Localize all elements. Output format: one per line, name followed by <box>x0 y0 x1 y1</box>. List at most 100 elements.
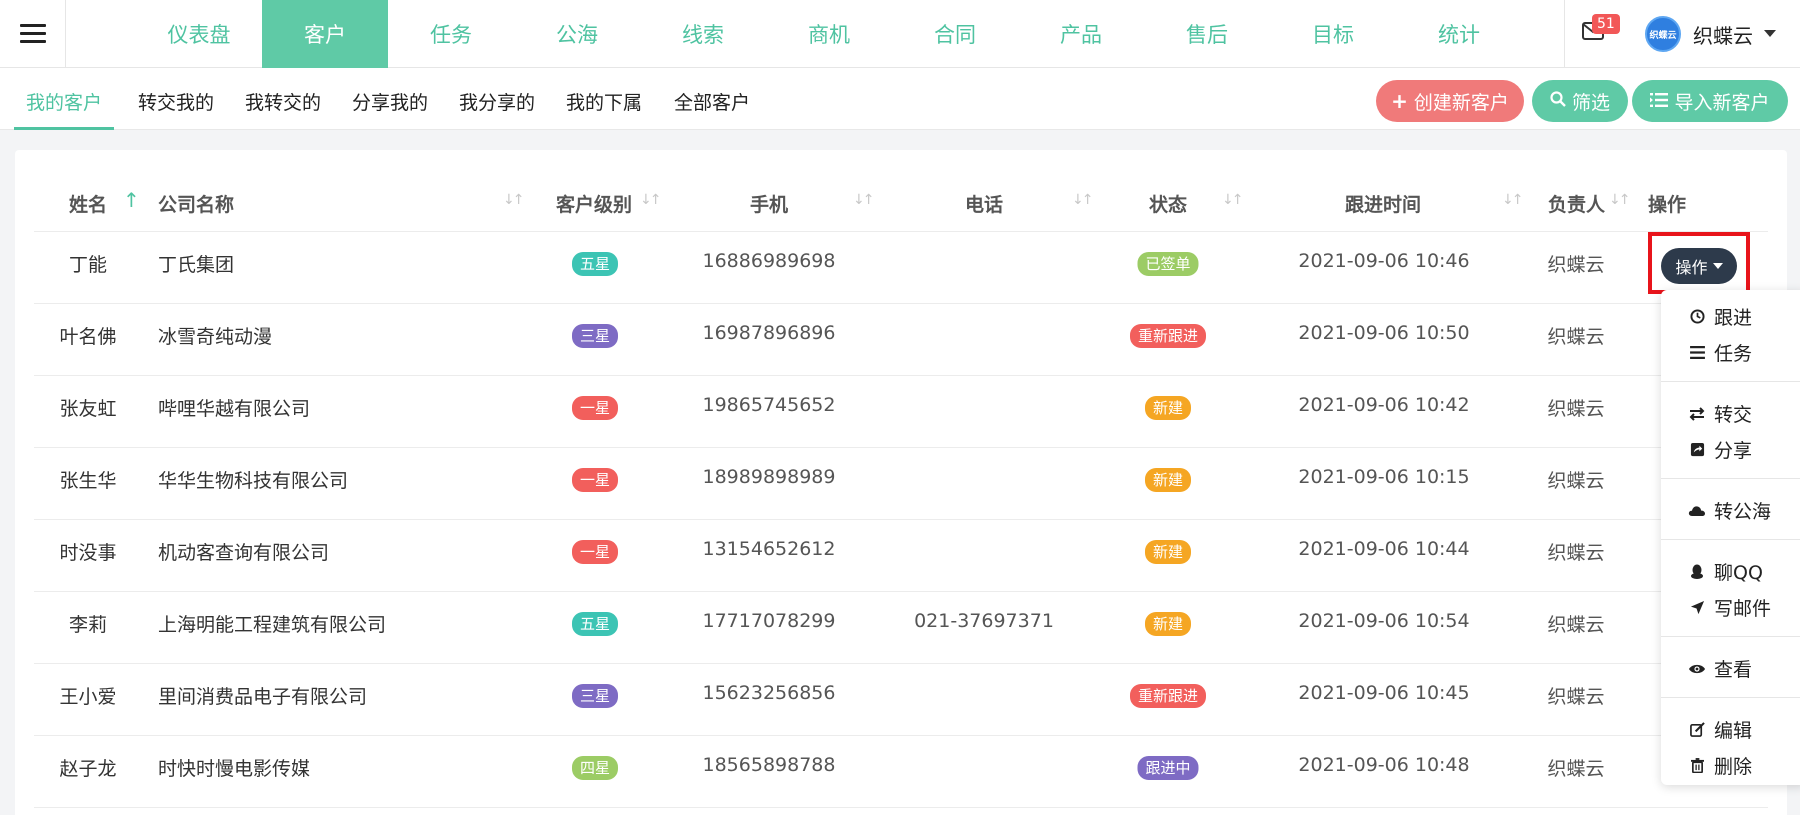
avatar[interactable]: 织蝶云 <box>1645 16 1681 52</box>
follow-time: 2021-09-06 10:54 <box>1298 610 1470 632</box>
menu-item-label: 写邮件 <box>1714 598 1772 620</box>
clock-icon <box>1688 309 1706 324</box>
nav-item-public-pool[interactable]: 公海 <box>514 0 640 68</box>
menu-divider <box>1661 697 1800 698</box>
search-icon <box>1550 90 1566 112</box>
company-name[interactable]: 时快时慢电影传媒 <box>158 754 310 781</box>
owner-name: 织蝶云 <box>1547 614 1605 636</box>
nav-item-goals[interactable]: 目标 <box>1270 0 1396 68</box>
follow-time: 2021-09-06 10:15 <box>1298 466 1470 488</box>
status-badge: 已签单 <box>1137 252 1199 276</box>
tab-shared-to-me[interactable]: 分享我的 <box>352 68 428 130</box>
create-customer-label: 创建新客户 <box>1413 91 1509 114</box>
col-header-level[interactable]: 客户级别 <box>556 190 632 217</box>
company-name[interactable]: 丁氏集团 <box>158 250 234 277</box>
menu-item-view[interactable]: 查看 <box>1688 655 1752 682</box>
col-header-phone[interactable]: 电话 <box>965 190 1003 217</box>
customer-name: 赵子龙 <box>59 758 117 780</box>
menu-item-label: 删除 <box>1714 756 1753 778</box>
edit-icon <box>1688 722 1706 737</box>
menu-item-transfer[interactable]: 转交 <box>1688 400 1752 427</box>
create-customer-button[interactable]: + 创建新客户 <box>1376 80 1524 122</box>
status-badge: 重新跟进 <box>1129 324 1207 348</box>
list-icon <box>1688 346 1706 359</box>
owner-name: 织蝶云 <box>1547 542 1605 564</box>
owner-name: 织蝶云 <box>1547 758 1605 780</box>
col-header-company[interactable]: 公司名称 <box>158 190 234 217</box>
tab-i-shared[interactable]: 我分享的 <box>459 68 535 130</box>
status-badge: 跟进中 <box>1137 756 1199 780</box>
menu-item-delete[interactable]: 删除 <box>1688 752 1752 779</box>
tab-my-customers[interactable]: 我的客户 <box>14 68 114 130</box>
mobile-number: 13154652612 <box>702 538 836 560</box>
company-name[interactable]: 华华生物科技有限公司 <box>158 466 348 493</box>
company-name[interactable]: 里间消费品电子有限公司 <box>158 682 367 709</box>
owner-name: 织蝶云 <box>1547 686 1605 708</box>
sort-icon[interactable]: ↓↑ <box>503 192 525 208</box>
nav-item-leads[interactable]: 线索 <box>640 0 766 68</box>
sort-icon[interactable]: ↓↑ <box>1222 192 1244 208</box>
follow-time: 2021-09-06 10:50 <box>1298 322 1470 344</box>
sort-icon[interactable]: ↓↑ <box>1502 192 1524 208</box>
nav-item-after-sales[interactable]: 售后 <box>1144 0 1270 68</box>
sort-icon[interactable]: ↓↑ <box>640 192 662 208</box>
nav-item-customers[interactable]: 客户 <box>262 0 388 68</box>
hamburger-icon <box>19 24 46 44</box>
follow-time: 2021-09-06 10:46 <box>1298 250 1470 272</box>
operate-dropdown-menu: 跟进 任务 转交 分享 转公海 聊QQ 写邮件 查看 编辑 删除 <box>1661 290 1800 785</box>
tab-i-transferred[interactable]: 我转交的 <box>245 68 321 130</box>
menu-item-edit[interactable]: 编辑 <box>1688 716 1752 743</box>
company-name[interactable]: 上海明能工程建筑有限公司 <box>158 610 386 637</box>
follow-time: 2021-09-06 10:42 <box>1298 394 1470 416</box>
nav-item-contracts[interactable]: 合同 <box>892 0 1018 68</box>
transfer-icon <box>1688 406 1706 421</box>
col-header-mobile[interactable]: 手机 <box>750 190 788 217</box>
menu-item-label: 查看 <box>1714 659 1753 681</box>
owner-name: 织蝶云 <box>1547 398 1605 420</box>
level-badge: 五星 <box>571 612 619 636</box>
status-badge: 新建 <box>1144 468 1192 492</box>
menu-item-label: 聊QQ <box>1714 562 1763 584</box>
row-divider <box>34 303 1768 304</box>
chevron-down-icon[interactable] <box>1764 30 1776 37</box>
menu-toggle-button[interactable] <box>0 0 66 68</box>
col-header-owner[interactable]: 负责人 <box>1548 190 1605 217</box>
filter-button[interactable]: 筛选 <box>1532 80 1628 122</box>
menu-item-task[interactable]: 任务 <box>1688 339 1752 366</box>
menu-item-follow-up[interactable]: 跟进 <box>1688 303 1752 330</box>
avatar-logo-text: 织蝶云 <box>1649 30 1677 41</box>
tab-my-subordinates[interactable]: 我的下属 <box>566 68 642 130</box>
menu-item-label: 转交 <box>1714 404 1753 426</box>
nav-item-statistics[interactable]: 统计 <box>1396 0 1522 68</box>
follow-time: 2021-09-06 10:45 <box>1298 682 1470 704</box>
status-badge: 重新跟进 <box>1129 684 1207 708</box>
company-name[interactable]: 机动客查询有限公司 <box>158 538 329 565</box>
nav-item-products[interactable]: 产品 <box>1018 0 1144 68</box>
col-header-status[interactable]: 状态 <box>1149 190 1187 217</box>
nav-item-tasks[interactable]: 任务 <box>388 0 514 68</box>
nav-divider <box>1564 0 1565 68</box>
menu-item-write-email[interactable]: 写邮件 <box>1688 594 1771 621</box>
nav-item-dashboard[interactable]: 仪表盘 <box>136 0 262 68</box>
row-divider <box>34 735 1768 736</box>
sort-asc-icon[interactable]: ↑ <box>123 188 140 212</box>
menu-item-label: 转公海 <box>1714 501 1772 523</box>
menu-item-to-public-pool[interactable]: 转公海 <box>1688 497 1771 524</box>
username[interactable]: 织蝶云 <box>1693 20 1753 49</box>
sort-icon[interactable]: ↓↑ <box>1609 192 1631 208</box>
company-name[interactable]: 哔哩华越有限公司 <box>158 394 310 421</box>
tab-all-customers[interactable]: 全部客户 <box>674 68 750 130</box>
import-customer-button[interactable]: 导入新客户 <box>1632 80 1788 122</box>
col-header-follow-time[interactable]: 跟进时间 <box>1345 190 1421 217</box>
company-name[interactable]: 冰雪奇纯动漫 <box>158 322 272 349</box>
nav-item-opportunities[interactable]: 商机 <box>766 0 892 68</box>
sort-icon[interactable]: ↓↑ <box>1072 192 1094 208</box>
sort-icon[interactable]: ↓↑ <box>853 192 875 208</box>
tab-transferred-to-me[interactable]: 转交我的 <box>138 68 214 130</box>
owner-name: 织蝶云 <box>1547 326 1605 348</box>
col-header-name[interactable]: 姓名 <box>69 190 107 217</box>
menu-item-share[interactable]: 分享 <box>1688 436 1752 463</box>
menu-item-chat-qq[interactable]: 聊QQ <box>1688 558 1763 585</box>
menu-divider <box>1661 478 1800 479</box>
customer-name: 时没事 <box>59 542 117 564</box>
